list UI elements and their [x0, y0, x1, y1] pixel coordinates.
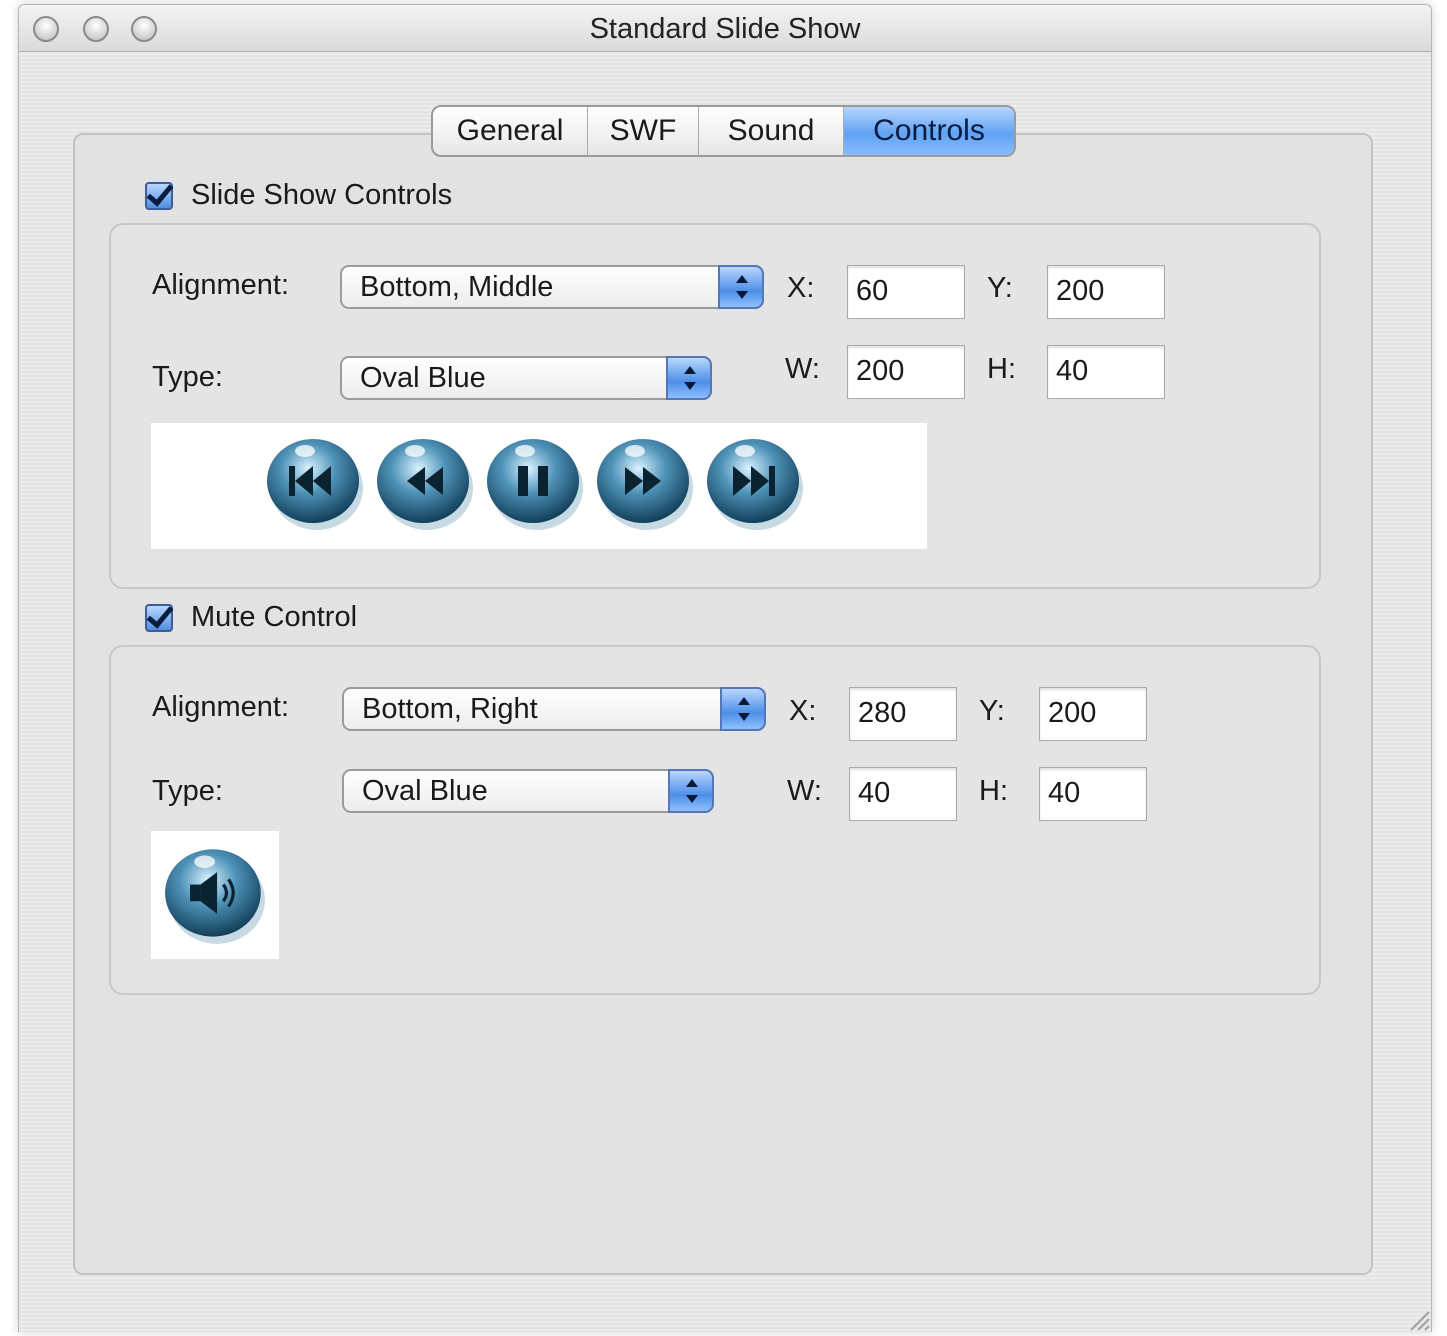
w-field[interactable]: 200: [847, 345, 965, 399]
x-value: 60: [856, 275, 889, 307]
type-label: Type:: [152, 361, 223, 393]
mute-control-label: Mute Control: [191, 601, 358, 633]
h-value: 40: [1056, 355, 1089, 387]
mute-x-field[interactable]: 280: [849, 687, 957, 741]
popup-arrows-icon: [718, 265, 764, 309]
mute-control-group: Alignment: Bottom, Right X: 280 Y: 200 T…: [109, 645, 1321, 995]
w-label: W:: [785, 353, 820, 385]
mute-y-field[interactable]: 200: [1039, 687, 1147, 741]
mute-type-label: Type:: [152, 775, 223, 807]
x-field[interactable]: 60: [847, 265, 965, 319]
tab-swf[interactable]: SWF: [588, 107, 699, 155]
pause-icon: [485, 433, 585, 533]
slideshow-controls-preview: [151, 423, 927, 549]
y-value: 200: [1056, 275, 1105, 307]
type-popup[interactable]: Oval Blue: [340, 356, 712, 400]
mute-alignment-label: Alignment:: [152, 691, 290, 723]
mute-y-value: 200: [1048, 697, 1097, 729]
window-title: Standard Slide Show: [589, 13, 861, 45]
tab-controls[interactable]: Controls: [844, 107, 1014, 155]
x-label: X:: [787, 272, 815, 304]
mute-type-value: Oval Blue: [362, 775, 488, 807]
mute-h-field[interactable]: 40: [1039, 767, 1147, 821]
y-field[interactable]: 200: [1047, 265, 1165, 319]
slideshow-controls-label: Slide Show Controls: [191, 179, 453, 211]
mute-alignment-value: Bottom, Right: [362, 693, 538, 725]
mute-x-label: X:: [789, 695, 817, 727]
popup-arrows-icon: [666, 356, 712, 400]
mute-control-checkbox[interactable]: [145, 603, 173, 632]
y-label: Y:: [987, 272, 1013, 304]
slideshow-controls-checkbox[interactable]: [145, 181, 173, 210]
mute-y-label: Y:: [979, 695, 1005, 727]
skip-to-start-icon: [265, 433, 365, 533]
w-value: 200: [856, 355, 905, 387]
window: Standard Slide Show General SWF Sound Co…: [18, 4, 1432, 1332]
popup-arrows-icon: [668, 769, 714, 813]
mute-w-value: 40: [858, 777, 891, 809]
tab-sound[interactable]: Sound: [699, 107, 844, 155]
rewind-icon: [375, 433, 475, 533]
mute-control-preview: [151, 831, 279, 959]
fast-forward-icon: [595, 433, 695, 533]
alignment-label: Alignment:: [152, 269, 290, 301]
slideshow-controls-checkbox-row[interactable]: Slide Show Controls: [145, 179, 452, 212]
mute-w-label: W:: [787, 775, 822, 807]
alignment-popup[interactable]: Bottom, Middle: [340, 265, 764, 309]
mute-control-checkbox-row[interactable]: Mute Control: [145, 601, 357, 634]
mute-type-popup[interactable]: Oval Blue: [342, 769, 714, 813]
h-label: H:: [987, 353, 1016, 385]
popup-arrows-icon: [720, 687, 766, 731]
h-field[interactable]: 40: [1047, 345, 1165, 399]
tab-bar: General SWF Sound Controls: [431, 105, 1016, 157]
speaker-icon: [161, 843, 269, 947]
mute-h-label: H:: [979, 775, 1008, 807]
skip-to-end-icon: [705, 433, 805, 533]
type-value: Oval Blue: [360, 362, 486, 394]
mute-h-value: 40: [1048, 777, 1081, 809]
tab-general[interactable]: General: [433, 107, 588, 155]
mute-alignment-popup[interactable]: Bottom, Right: [342, 687, 766, 731]
slideshow-controls-group: Alignment: Bottom, Middle X: 60 Y: 200 T…: [109, 223, 1321, 589]
mute-w-field[interactable]: 40: [849, 767, 957, 821]
title-bar: Standard Slide Show: [19, 5, 1431, 52]
alignment-value: Bottom, Middle: [360, 271, 554, 303]
mute-x-value: 280: [858, 697, 907, 729]
resize-grip-icon[interactable]: [1405, 1306, 1431, 1332]
